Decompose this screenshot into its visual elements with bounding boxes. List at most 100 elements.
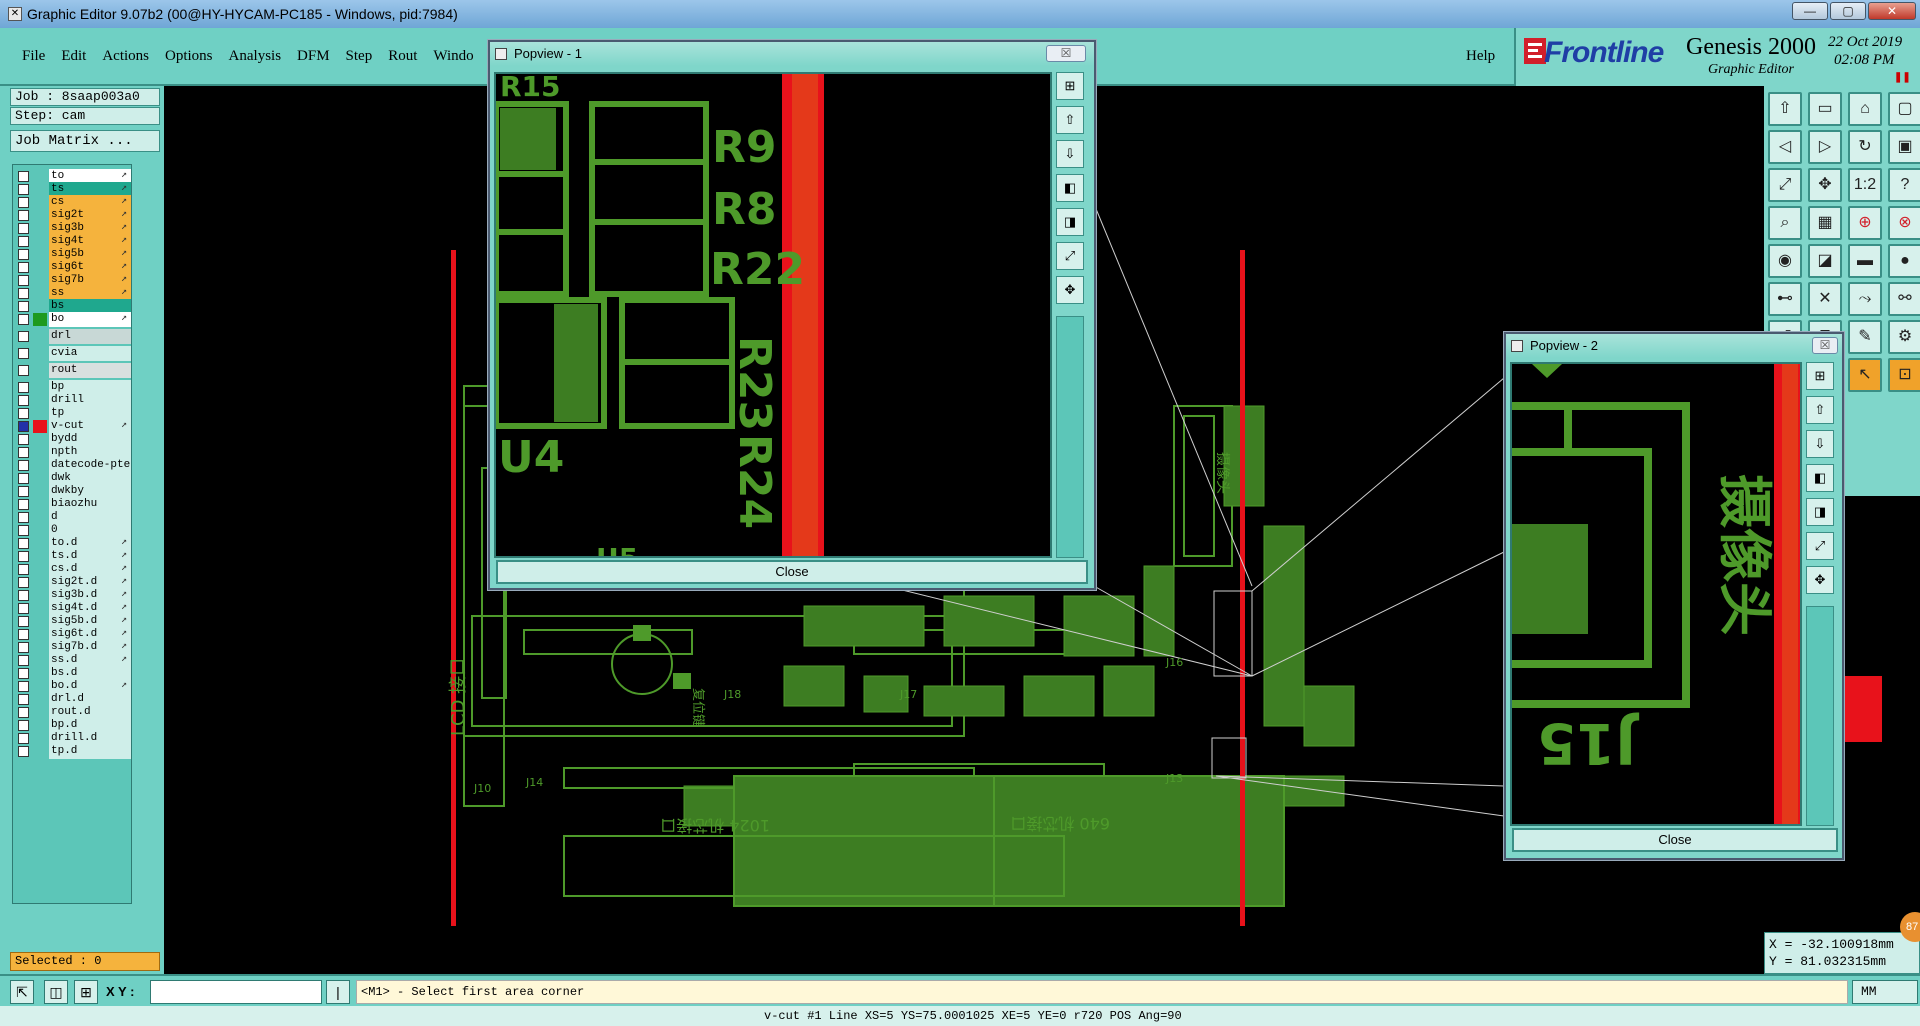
layer-checkbox[interactable] [18,733,29,744]
toolbar-button[interactable]: ✥ [1808,168,1842,202]
menu-step[interactable]: Step [338,48,381,65]
toolbar-button[interactable]: ◪ [1808,244,1842,278]
popview-1-tool-7[interactable]: ✥ [1056,276,1084,304]
layer-checkbox[interactable] [18,681,29,692]
toolbar-button[interactable]: ⌕ [1768,206,1802,240]
toolbar-button[interactable]: ✕ [1808,282,1842,316]
layer-row[interactable]: tp.d [13,744,133,759]
layer-checkbox[interactable] [18,642,29,653]
minimize-button[interactable]: — [1792,2,1828,20]
area-mode-button[interactable]: ◫ [44,980,68,1004]
toolbar-button[interactable]: ⇧ [1768,92,1802,126]
toolbar-button[interactable]: ⚯ [1888,282,1920,316]
popview-2-tool-6[interactable]: ⤢ [1806,532,1834,560]
layer-checkbox[interactable] [18,408,29,419]
popview-1-tool-2[interactable]: ⇧ [1056,106,1084,134]
layer-row[interactable]: bo ↗ [13,312,133,327]
layer-checkbox[interactable] [18,236,29,247]
close-button[interactable]: ✕ [1868,2,1916,20]
popview-2-close-button[interactable]: Close [1512,828,1838,852]
menu-dfm[interactable]: DFM [289,48,338,65]
layer-checkbox[interactable] [18,525,29,536]
layer-checkbox[interactable] [18,434,29,445]
toolbar-button[interactable]: ✎ [1848,320,1882,354]
menu-actions[interactable]: Actions [94,48,157,65]
layer-checkbox[interactable] [18,184,29,195]
layer-checkbox[interactable] [18,395,29,406]
layer-checkbox[interactable] [18,460,29,471]
job-matrix-button[interactable]: Job Matrix ... [10,130,160,152]
layer-name[interactable]: bo ↗ [49,312,131,327]
layer-checkbox[interactable] [18,249,29,260]
popview-2-tool-1[interactable]: ⊞ [1806,362,1834,390]
layer-checkbox[interactable] [18,473,29,484]
toolbar-button[interactable]: ▭ [1808,92,1842,126]
toolbar-button[interactable]: ● [1888,244,1920,278]
layer-checkbox[interactable] [18,655,29,666]
popview-1-scrollbar[interactable] [1056,316,1084,558]
toolbar-button[interactable]: ⤢ [1768,168,1802,202]
popview-2-close-x[interactable]: ☒ [1812,337,1838,354]
layer-checkbox[interactable] [18,616,29,627]
popview-1-close-x[interactable]: ☒ [1046,45,1086,62]
layer-checkbox[interactable] [18,421,29,432]
layer-name[interactable]: rout [49,363,131,378]
layer-checkbox[interactable] [18,171,29,182]
menu-help[interactable]: Help [1466,48,1495,65]
layer-checkbox[interactable] [18,314,29,325]
layer-checkbox[interactable] [18,348,29,359]
menu-rout[interactable]: Rout [380,48,425,65]
popview-1-view[interactable]: R9 R8 R22 R23 R24 U4 R15 U5 [494,72,1052,558]
layer-checkbox[interactable] [18,382,29,393]
toolbar-button[interactable]: ? [1888,168,1920,202]
menu-window[interactable]: Windo [425,48,481,65]
units-selector[interactable]: MM [1852,980,1918,1004]
layer-row[interactable]: rout [13,363,133,378]
layer-checkbox[interactable] [18,262,29,273]
maximize-button[interactable]: ▢ [1830,2,1866,20]
layer-checkbox[interactable] [18,590,29,601]
menu-analysis[interactable]: Analysis [221,48,290,65]
layer-checkbox[interactable] [18,331,29,342]
popview-2-tool-3[interactable]: ⇩ [1806,430,1834,458]
layer-checkbox[interactable] [18,210,29,221]
layer-checkbox[interactable] [18,746,29,757]
popview-2-tool-4[interactable]: ◧ [1806,464,1834,492]
popview-1-titlebar[interactable]: Popview - 1 ☒ [490,42,1094,66]
popview-1-tool-6[interactable]: ⤢ [1056,242,1084,270]
layer-checkbox[interactable] [18,629,29,640]
layer-checkbox[interactable] [18,577,29,588]
toolbar-button[interactable]: ⊡ [1888,358,1920,392]
toolbar-button[interactable]: ⌂ [1848,92,1882,126]
toolbar-button[interactable]: 1:2 [1848,168,1882,202]
layer-checkbox[interactable] [18,603,29,614]
layer-checkbox[interactable] [18,301,29,312]
toolbar-button[interactable]: ◁ [1768,130,1802,164]
toolbar-button[interactable]: ↻ [1848,130,1882,164]
toolbar-button[interactable]: ⊗ [1888,206,1920,240]
layer-checkbox[interactable] [18,707,29,718]
toolbar-button[interactable]: ▣ [1888,130,1920,164]
layer-checkbox[interactable] [18,486,29,497]
toolbar-button[interactable]: ▦ [1808,206,1842,240]
popview-1-tool-5[interactable]: ◨ [1056,208,1084,236]
select-mode-button[interactable]: ⇱ [10,980,34,1004]
layer-checkbox[interactable] [18,538,29,549]
popview-2-tool-7[interactable]: ✥ [1806,566,1834,594]
layer-checkbox[interactable] [18,197,29,208]
layer-checkbox[interactable] [18,720,29,731]
layer-checkbox[interactable] [18,288,29,299]
layer-row[interactable]: drl [13,329,133,344]
layer-checkbox[interactable] [18,447,29,458]
layer-name[interactable]: drl [49,329,131,344]
xy-input[interactable] [150,980,322,1004]
layer-checkbox[interactable] [18,512,29,523]
toolbar-button[interactable]: ⊕ [1848,206,1882,240]
layer-checkbox[interactable] [18,365,29,376]
menu-edit[interactable]: Edit [53,48,94,65]
toolbar-button[interactable]: ↖ [1848,358,1882,392]
menu-file[interactable]: File [14,48,53,65]
toolbar-button[interactable]: ⤳ [1848,282,1882,316]
popview-1-close-button[interactable]: Close [496,560,1088,584]
popview-1-tool-3[interactable]: ⇩ [1056,140,1084,168]
